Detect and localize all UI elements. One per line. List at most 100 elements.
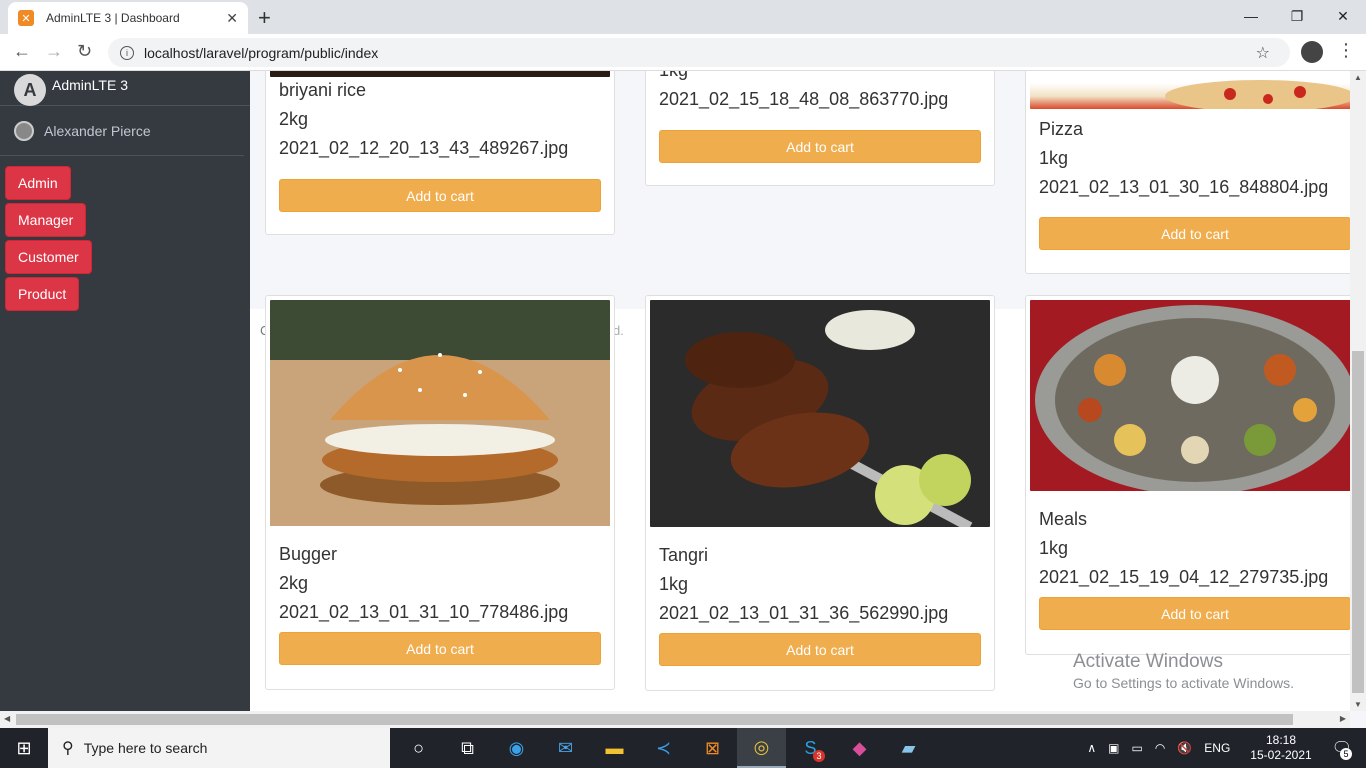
window-controls: — ❐ ✕	[1228, 0, 1366, 32]
back-icon[interactable]: ←	[13, 41, 31, 62]
product-file: 2021_02_13_01_30_16_848804.jpg	[1039, 177, 1329, 197]
url-field[interactable]: i localhost/laravel/program/public/index…	[108, 38, 1290, 67]
add-to-cart-button[interactable]: Add to cart	[279, 632, 601, 665]
language-indicator[interactable]: ENG	[1204, 741, 1230, 755]
sidebar-btn-manager[interactable]: Manager	[5, 203, 87, 237]
skype-badge: 3	[813, 750, 825, 762]
add-to-cart-button[interactable]: Add to cart	[659, 130, 981, 163]
watermark-title: Activate Windows	[1073, 651, 1223, 672]
restore-icon[interactable]: ❐	[1274, 0, 1320, 32]
chicken-image-icon	[650, 300, 990, 527]
product-image	[270, 71, 610, 77]
search-placeholder: Type here to search	[83, 740, 208, 756]
reload-icon[interactable]: ↻	[77, 41, 92, 62]
browser-tab[interactable]: ✕ AdminLTE 3 | Dashboard ✕	[8, 2, 248, 34]
forward-icon[interactable]: →	[45, 41, 63, 62]
chrome-icon[interactable]: ◎	[737, 728, 786, 768]
product-card: Bugger 2kg 2021_02_13_01_31_10_778486.jp…	[265, 295, 615, 690]
new-tab-icon[interactable]: +	[258, 5, 271, 31]
info-icon[interactable]: i	[120, 45, 134, 60]
tab-close-icon[interactable]: ✕	[226, 10, 238, 27]
meals-image-icon	[1030, 300, 1350, 491]
add-to-cart-button[interactable]: Add to cart	[659, 633, 981, 666]
product-weight: 1kg	[1039, 148, 1069, 168]
watermark-subtitle: Go to Settings to activate Windows.	[1073, 675, 1294, 691]
sidebar-btn-admin[interactable]: Admin	[5, 166, 71, 200]
app-icon[interactable]: ▰	[884, 728, 933, 768]
notifications-icon[interactable]: 🗨5	[1332, 738, 1352, 760]
profile-avatar-icon[interactable]	[1301, 41, 1323, 63]
scroll-up-icon[interactable]: ▲	[1354, 73, 1362, 82]
git-icon[interactable]: ◆	[835, 728, 884, 768]
product-weight: 1kg	[659, 574, 689, 594]
cortana-icon[interactable]: ○	[394, 728, 443, 768]
tab-title: AdminLTE 3 | Dashboard	[46, 11, 180, 25]
tray-device-icon[interactable]: ▣	[1108, 741, 1119, 755]
product-name: Pizza	[1039, 119, 1084, 139]
battery-icon[interactable]: ▭	[1132, 741, 1143, 755]
product-file: 2021_02_15_19_04_12_279735.jpg	[1039, 567, 1329, 587]
sidebar-btn-customer[interactable]: Customer	[5, 240, 92, 274]
sidebar-buttons: Admin Manager Customer Product	[0, 156, 250, 324]
horizontal-scrollbar[interactable]: ◀ ▶	[0, 711, 1350, 728]
menu-dots-icon[interactable]: ⋮	[1337, 40, 1355, 61]
product-image	[650, 300, 990, 527]
pizza-image-icon	[1165, 80, 1350, 109]
volume-muted-icon[interactable]: 🔇	[1177, 741, 1192, 755]
sidebar: A AdminLTE 3 Alexander Pierce Admin Mana…	[0, 71, 250, 711]
close-window-icon[interactable]: ✕	[1320, 0, 1366, 32]
xampp-icon[interactable]: ⊠	[688, 728, 737, 768]
system-tray: ∧ ▣ ▭ ◠ 🔇 ENG 18:18 15-02-2021 🗨5	[1081, 728, 1366, 768]
main-content: C d. briyani rice 2kg 2021_02_12_20_13_4…	[250, 71, 1350, 711]
avatar	[14, 120, 34, 141]
task-view-icon[interactable]: ⧉	[443, 728, 492, 768]
add-to-cart-button[interactable]: Add to cart	[1039, 217, 1350, 250]
search-icon: ⚲	[62, 740, 74, 757]
scroll-left-icon[interactable]: ◀	[4, 714, 10, 723]
wifi-icon[interactable]: ◠	[1155, 741, 1165, 755]
scroll-down-icon[interactable]: ▼	[1354, 700, 1362, 709]
adminlte-logo-icon: A	[14, 74, 46, 106]
product-image	[1030, 300, 1350, 491]
vscode-icon[interactable]: ≺	[639, 728, 688, 768]
bookmark-star-icon[interactable]: ☆	[1256, 43, 1270, 63]
add-to-cart-button[interactable]: Add to cart	[279, 179, 601, 212]
product-name: Bugger	[279, 544, 338, 564]
mail-icon[interactable]: ✉	[541, 728, 590, 768]
notification-count: 5	[1340, 748, 1352, 760]
product-file: 2021_02_13_01_31_10_778486.jpg	[279, 602, 569, 622]
brand-text: AdminLTE 3	[52, 77, 128, 93]
product-card: briyani rice 2kg 2021_02_12_20_13_43_489…	[265, 71, 615, 235]
product-weight: 2kg	[279, 573, 309, 593]
clock-time: 18:18	[1265, 733, 1296, 747]
taskbar-search-input[interactable]: ⚲ Type here to search	[48, 728, 390, 768]
product-weight: 2kg	[279, 109, 309, 129]
product-weight: 1kg	[659, 71, 688, 81]
skype-icon[interactable]: S3	[786, 728, 835, 768]
vertical-scrollbar[interactable]: ▲ ▼	[1350, 71, 1366, 711]
windows-start-icon[interactable]: ⊞	[0, 728, 48, 768]
file-explorer-icon[interactable]: ▬	[590, 728, 639, 768]
vertical-scroll-thumb[interactable]	[1352, 351, 1364, 693]
tray-chevron-icon[interactable]: ∧	[1087, 741, 1096, 755]
product-name: Meals	[1039, 509, 1088, 529]
horizontal-scroll-thumb[interactable]	[16, 714, 1293, 725]
product-card: Tangri 1kg 2021_02_13_01_31_36_562990.jp…	[645, 295, 995, 691]
product-card: Pizza 1kg 2021_02_13_01_30_16_848804.jpg…	[1025, 71, 1350, 274]
product-weight: 1kg	[1039, 538, 1069, 558]
user-panel[interactable]: Alexander Pierce	[0, 106, 244, 156]
windows-taskbar: ⊞ ⚲ Type here to search ○ ⧉ ◉ ✉ ▬ ≺ ⊠ ◎ …	[0, 728, 1366, 768]
add-to-cart-button[interactable]: Add to cart	[1039, 597, 1350, 630]
scroll-right-icon[interactable]: ▶	[1340, 714, 1346, 723]
edge-icon[interactable]: ◉	[492, 728, 541, 768]
minimize-icon[interactable]: —	[1228, 0, 1274, 32]
clock-date: 15-02-2021	[1250, 748, 1312, 762]
brand-link[interactable]: A AdminLTE 3	[0, 71, 250, 106]
product-file: 2021_02_13_01_31_36_562990.jpg	[659, 603, 949, 623]
browser-tab-bar: ✕ AdminLTE 3 | Dashboard ✕ + — ❐ ✕	[0, 0, 1366, 34]
url-text: localhost/laravel/program/public/index	[144, 44, 379, 61]
clock[interactable]: 18:18 15-02-2021	[1250, 733, 1311, 763]
xampp-favicon-icon: ✕	[18, 10, 34, 26]
sidebar-btn-product[interactable]: Product	[5, 277, 80, 311]
address-bar: ← → ↻ i localhost/laravel/program/public…	[0, 34, 1366, 71]
